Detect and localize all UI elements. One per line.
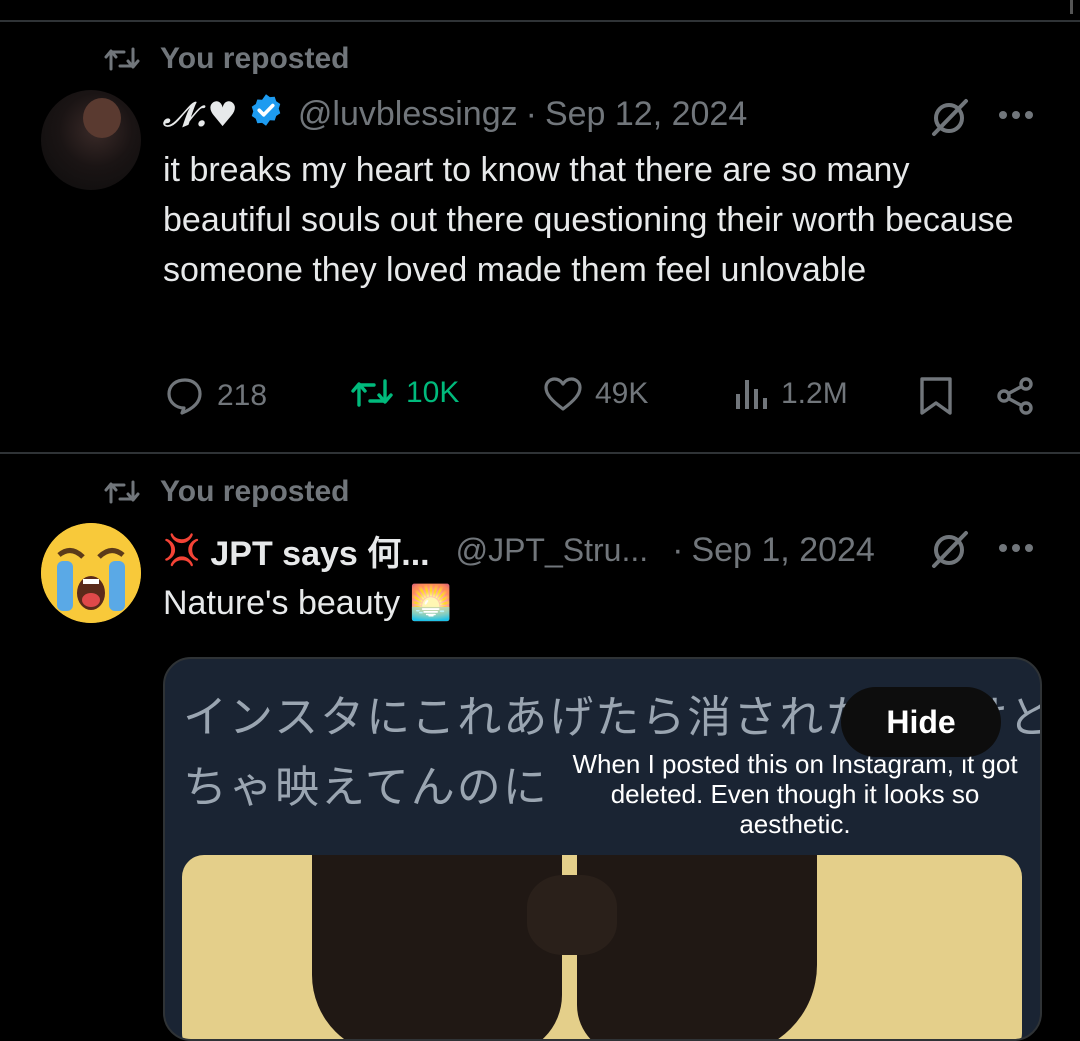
post-text: it breaks my heart to know that there ar… <box>163 151 1014 289</box>
grok-icon[interactable] <box>928 528 970 570</box>
post-header: 💢 JPT says 何... @JPT_Stru... · Sep 1, 20… <box>163 526 875 575</box>
views-button[interactable]: 1.2M <box>733 376 848 412</box>
media-translation: When I posted this on Instagram, it got … <box>572 749 1018 839</box>
bookmark-icon <box>918 376 954 416</box>
share-icon <box>995 376 1035 416</box>
avatar[interactable] <box>41 90 141 190</box>
separator: · <box>672 531 684 569</box>
media-photo <box>182 855 1022 1039</box>
reply-button[interactable]: 218 <box>165 376 267 416</box>
views-count: 1.2M <box>781 377 848 410</box>
separator: · <box>525 95 537 133</box>
loudly-crying-face-icon <box>41 523 141 623</box>
reply-icon <box>165 376 205 416</box>
media-japanese-line-2: ちゃ映えてんのに <box>183 763 549 812</box>
hide-translation-button[interactable]: Hide <box>841 687 1001 757</box>
avatar[interactable] <box>41 523 141 623</box>
like-icon <box>543 376 583 412</box>
share-button[interactable] <box>995 376 1035 416</box>
post-date[interactable]: Sep 1, 2024 <box>691 531 874 570</box>
display-name[interactable]: JPT says 何... <box>210 526 429 575</box>
display-name[interactable]: 𝒩.♥ <box>163 95 238 135</box>
handle[interactable]: @JPT_Stru... <box>456 532 649 569</box>
reply-count: 218 <box>217 379 268 412</box>
grok-icon[interactable] <box>928 96 970 138</box>
handle[interactable]: @luvblessingz <box>298 95 518 134</box>
top-divider <box>0 20 1080 22</box>
repost-context: You reposted <box>104 475 349 509</box>
repost-count: 10K <box>406 376 460 409</box>
post-date[interactable]: Sep 12, 2024 <box>545 95 747 134</box>
scrollbar[interactable] <box>1070 0 1073 14</box>
repost-icon <box>350 376 394 410</box>
repost-icon <box>104 477 140 507</box>
action-bar: 218 10K 49K 1.2M <box>160 376 1040 426</box>
like-button[interactable]: 49K <box>543 376 648 412</box>
repost-context: You reposted <box>104 42 349 76</box>
more-icon[interactable] <box>998 110 1034 120</box>
like-count: 49K <box>595 377 649 410</box>
verified-badge-icon <box>248 92 284 137</box>
post-text: Nature's beauty 🌅 <box>163 584 452 622</box>
views-icon <box>733 376 769 412</box>
anger-symbol-icon: 💢 <box>163 534 201 567</box>
repost-button[interactable]: 10K <box>350 376 459 410</box>
post-header: 𝒩.♥ @luvblessingz · Sep 12, 2024 <box>163 92 747 137</box>
repost-icon <box>104 44 140 74</box>
repost-label: You reposted <box>160 42 350 75</box>
post-media[interactable]: インスタにこれあげたら消されたんだけど ちゃ映えてんのに When I post… <box>163 657 1042 1041</box>
post-divider <box>0 452 1080 454</box>
bookmark-button[interactable] <box>918 376 954 416</box>
more-icon[interactable] <box>998 543 1034 553</box>
repost-label: You reposted <box>160 475 350 508</box>
